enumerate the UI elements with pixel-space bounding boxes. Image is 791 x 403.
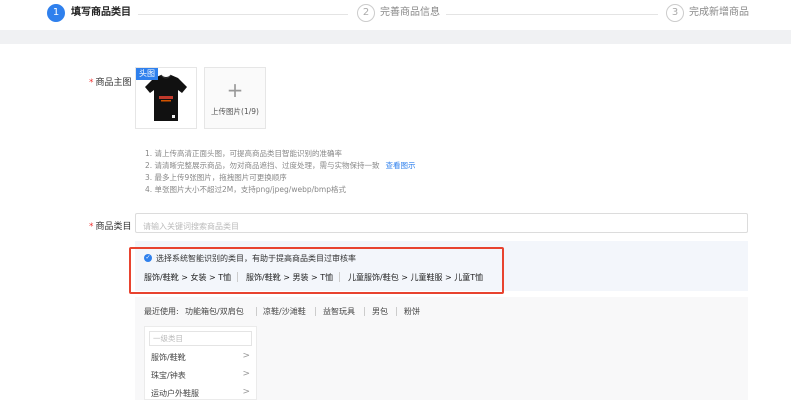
tip-line-3: 3. 最多上传9张图片，拖拽图片可更换顺序 — [145, 173, 287, 182]
separator — [396, 307, 397, 316]
level1-category-item[interactable]: 服饰/鞋靴 > — [145, 349, 256, 367]
step-connector — [446, 14, 658, 15]
step-1-label: 填写商品类目 — [71, 7, 131, 18]
view-example-link[interactable]: 查看图示 — [386, 161, 416, 170]
step-connector — [138, 14, 348, 15]
separator — [339, 272, 340, 282]
step-3-label: 完成新增商品 — [689, 7, 749, 18]
recent-category-item[interactable]: 男包 — [372, 306, 388, 317]
header-divider-band — [0, 30, 791, 44]
step-2-label: 完善商品信息 — [380, 7, 440, 18]
suggested-category-2[interactable]: 服饰/鞋靴 > 男装 > T恤 — [246, 272, 333, 283]
step-1-number: 1 — [47, 4, 65, 22]
recent-category-item[interactable]: 凉鞋/沙滩鞋 — [263, 306, 306, 317]
level1-category-item[interactable]: 珠宝/钟表 > — [145, 367, 256, 385]
recent-used-label: 最近使用: — [144, 307, 179, 316]
step-bar: 1 填写商品类目 2 完善商品信息 3 完成新增商品 — [0, 0, 791, 30]
main-image-label: * 商品主图 — [89, 78, 132, 88]
level1-category-column: 一级类目 服饰/鞋靴 > 珠宝/钟表 > 运动户外鞋服 > — [144, 326, 257, 400]
category-search-field[interactable] — [135, 213, 748, 236]
chevron-right-icon: > — [242, 387, 250, 397]
suggestion-title: 选择系统智能识别的类目，有助于提高商品类目过审核率 — [156, 254, 356, 263]
category-label: * 商品类目 — [89, 222, 132, 232]
level1-category-item[interactable]: 运动户外鞋服 > — [145, 385, 256, 403]
level1-search-input[interactable]: 一级类目 — [149, 331, 252, 346]
tip-line-4: 4. 单张图片大小不超过2M，支持png/jpeg/webp/bmp格式 — [145, 185, 346, 194]
tip-line-2: 2. 请清晰完整展示商品，勿对商品遮挡、过度处理，需与实物保持一致 查看图示 — [145, 161, 416, 170]
separator — [256, 307, 257, 316]
tip-line-1: 1. 请上传高清正面头图，可提高商品类目智能识别的准确率 — [145, 149, 343, 158]
product-image-thumbnail[interactable]: 头图 — [135, 67, 197, 129]
separator — [237, 272, 238, 282]
recent-category-item[interactable]: 粉饼 — [404, 306, 420, 317]
cover-image-tag: 头图 — [136, 68, 158, 80]
info-icon: ✓ — [144, 254, 152, 262]
plus-icon: + — [226, 78, 244, 102]
recent-category-item[interactable]: 益智玩具 — [323, 306, 355, 317]
chevron-right-icon: > — [242, 351, 250, 361]
suggested-category-1[interactable]: 服饰/鞋靴 > 女装 > T恤 — [144, 272, 231, 283]
category-search-input[interactable] — [136, 217, 747, 236]
separator — [315, 307, 316, 316]
chevron-right-icon: > — [242, 369, 250, 379]
step-2-number: 2 — [357, 4, 375, 22]
upload-image-button[interactable]: + 上传图片(1/9) — [204, 67, 266, 129]
step-3-number: 3 — [666, 4, 684, 22]
separator — [364, 307, 365, 316]
suggested-category-3[interactable]: 儿童服饰/鞋包 > 儿童鞋服 > 儿童T恤 — [348, 272, 483, 283]
upload-image-label: 上传图片(1/9) — [211, 107, 259, 116]
recent-category-item[interactable]: 功能箱包/双肩包 — [185, 306, 244, 317]
